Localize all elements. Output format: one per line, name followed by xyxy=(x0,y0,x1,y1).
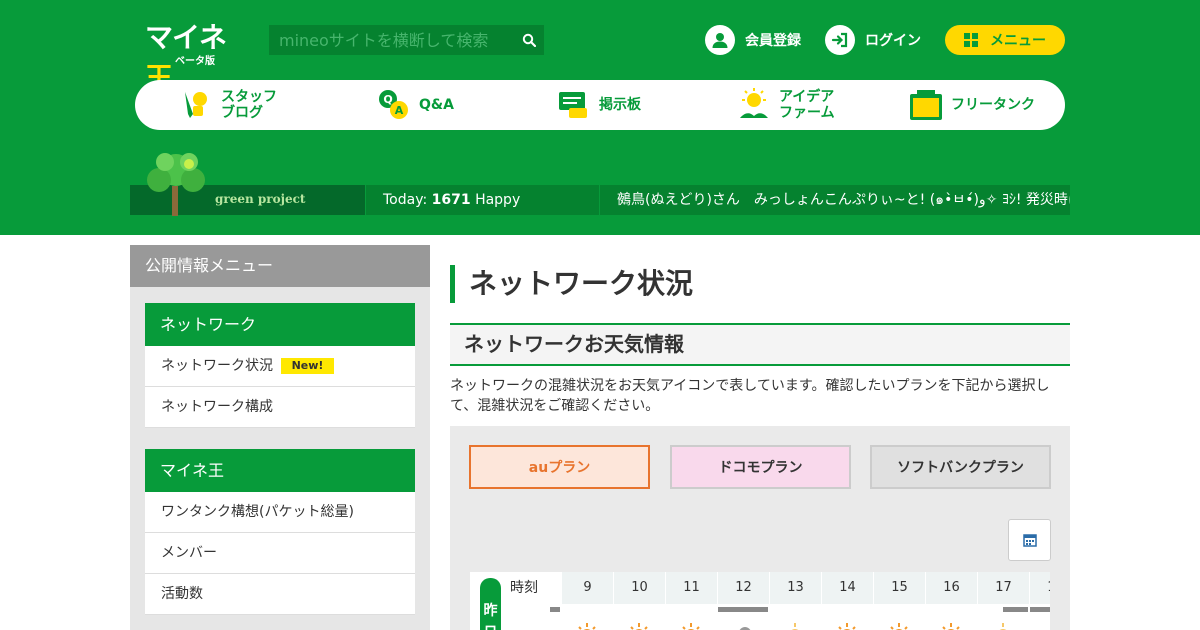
softbank-plan-button[interactable]: ソフトバンクプラン xyxy=(870,445,1051,489)
sidebar-item-members[interactable]: メンバー xyxy=(145,533,415,574)
register-label: 会員登録 xyxy=(745,33,801,49)
sidebar-item-network-structure[interactable]: ネットワーク構成 xyxy=(145,387,415,428)
page-title: ネットワーク状況 xyxy=(450,265,693,303)
sun-icon xyxy=(890,623,908,630)
hour-header: 17 xyxy=(978,572,1029,604)
hour-header: 15 xyxy=(874,572,925,604)
calendar-icon xyxy=(1022,534,1037,547)
congestion-bar xyxy=(550,607,560,612)
tank-icon xyxy=(909,88,943,122)
nav-label: ブログ xyxy=(221,105,263,121)
hour-header: 12 xyxy=(718,572,769,604)
nav-label: スタッフ xyxy=(221,89,277,105)
sidebar-heading: ネットワーク xyxy=(145,303,415,346)
sun-icon xyxy=(838,623,856,630)
hour-header: 14 xyxy=(822,572,873,604)
hour-header: 16 xyxy=(926,572,977,604)
sidebar-item-activity[interactable]: 活動数 xyxy=(145,574,415,615)
sidebar-item-one-tank[interactable]: ワンタンク構想(パケット総量) xyxy=(145,492,415,533)
menu-label: メニュー xyxy=(990,33,1046,49)
new-badge: New! xyxy=(281,358,334,374)
site-logo[interactable]: マイネ王 ベータ版 xyxy=(145,16,241,94)
grid-icon xyxy=(964,33,978,47)
lightbulb-icon xyxy=(737,88,771,122)
hour-header: 10 xyxy=(614,572,665,604)
nav-label: アイデア xyxy=(779,89,835,105)
sidebar-group-network: ネットワーク ネットワーク状況 New! ネットワーク構成 xyxy=(145,303,415,428)
sun-icon xyxy=(578,623,596,630)
news-ticker[interactable]: 鵺鳥(ぬえどり)さん みっしょんこんぷりぃ~と! (๑•̀ㅂ•́)و✧ ﾖｼ! … xyxy=(600,185,1070,215)
pen-icon xyxy=(179,88,213,122)
green-project-label: green project xyxy=(215,192,306,206)
sidebar-item-network-status[interactable]: ネットワーク状況 New! xyxy=(145,346,415,387)
hour-header: 13 xyxy=(770,572,821,604)
sun-icon xyxy=(682,623,700,630)
nav-label: フリータンク xyxy=(951,97,1035,113)
sun-icon xyxy=(999,623,1007,630)
time-header: 時刻 xyxy=(510,580,538,596)
section-title: ネットワークお天気情報 xyxy=(450,323,1070,366)
hour-header: 9 xyxy=(562,572,613,604)
today-count: 1671 xyxy=(431,192,471,208)
tree-icon xyxy=(147,153,205,216)
docomo-plan-button[interactable]: ドコモプラン xyxy=(670,445,851,489)
qa-icon: QA xyxy=(377,88,411,122)
nav-label: 掲示板 xyxy=(599,97,641,113)
sun-icon xyxy=(791,623,799,630)
logo-beta-label: ベータ版 xyxy=(175,56,215,67)
nav-label: ファーム xyxy=(779,105,835,121)
hour-header: 18 xyxy=(1030,572,1050,604)
nav-free-tank[interactable]: フリータンク xyxy=(909,80,1035,130)
sidebar-group-mineo: マイネ王 ワンタンク構想(パケット総量) メンバー 活動数 xyxy=(145,449,415,615)
yesterday-tab[interactable]: 昨日 xyxy=(480,578,501,630)
search-icon[interactable] xyxy=(522,33,536,47)
user-icon xyxy=(705,25,735,55)
hour-header: 11 xyxy=(666,572,717,604)
search-input[interactable] xyxy=(269,25,514,55)
login-link[interactable]: ログイン xyxy=(825,25,921,55)
au-plan-button[interactable]: auプラン xyxy=(469,445,650,489)
chat-icon xyxy=(557,88,591,122)
login-icon xyxy=(825,25,855,55)
calendar-button[interactable] xyxy=(1008,519,1051,561)
svg-text:Q: Q xyxy=(383,93,392,106)
register-link[interactable]: 会員登録 xyxy=(705,25,801,55)
login-label: ログイン xyxy=(865,33,921,49)
nav-staff-blog[interactable]: スタッフ ブログ xyxy=(179,80,277,130)
site-search xyxy=(269,25,544,55)
weather-table: 昨日 時刻 9 10 11 12 13 14 15 16 17 18 xyxy=(470,572,1050,630)
sun-icon xyxy=(942,623,960,630)
congestion-bar xyxy=(1030,607,1050,612)
site-header: マイネ王 ベータ版 会員登録 ログイン メニュー スタッフブログ xyxy=(0,0,1200,235)
sidebar: 公開情報メニュー ネットワーク ネットワーク状況 New! ネットワーク構成 マ… xyxy=(130,245,430,630)
green-project-banner: green project Today: 1671 Happy 鵺鳥(ぬえどり)… xyxy=(130,185,1070,215)
weather-panel: auプラン ドコモプラン ソフトバンクプラン 昨日 時刻 9 10 11 12 … xyxy=(450,426,1070,630)
nav-board[interactable]: 掲示板 xyxy=(557,80,641,130)
cloud-icon xyxy=(739,627,751,630)
menu-button[interactable]: メニュー xyxy=(945,25,1065,55)
logo-text: マイネ xyxy=(145,21,227,54)
sidebar-title: 公開情報メニュー xyxy=(130,245,430,287)
sidebar-heading: マイネ王 xyxy=(145,449,415,492)
nav-label: Q&A xyxy=(419,97,454,113)
section-description: ネットワークの混雑状況をお天気アイコンで表しています。確認したいプランを下記から… xyxy=(450,378,1050,414)
congestion-bar xyxy=(718,607,768,612)
nav-idea-farm[interactable]: アイデア ファーム xyxy=(737,80,835,130)
sun-icon xyxy=(630,623,648,630)
svg-text:A: A xyxy=(395,104,404,117)
main-nav: スタッフ ブログ QA Q&A 掲示板 アイデア ファーム フリータンク xyxy=(135,80,1065,130)
today-happy-counter: Today: 1671 Happy xyxy=(365,185,600,215)
congestion-bar xyxy=(1003,607,1028,612)
nav-qa[interactable]: QA Q&A xyxy=(377,80,454,130)
